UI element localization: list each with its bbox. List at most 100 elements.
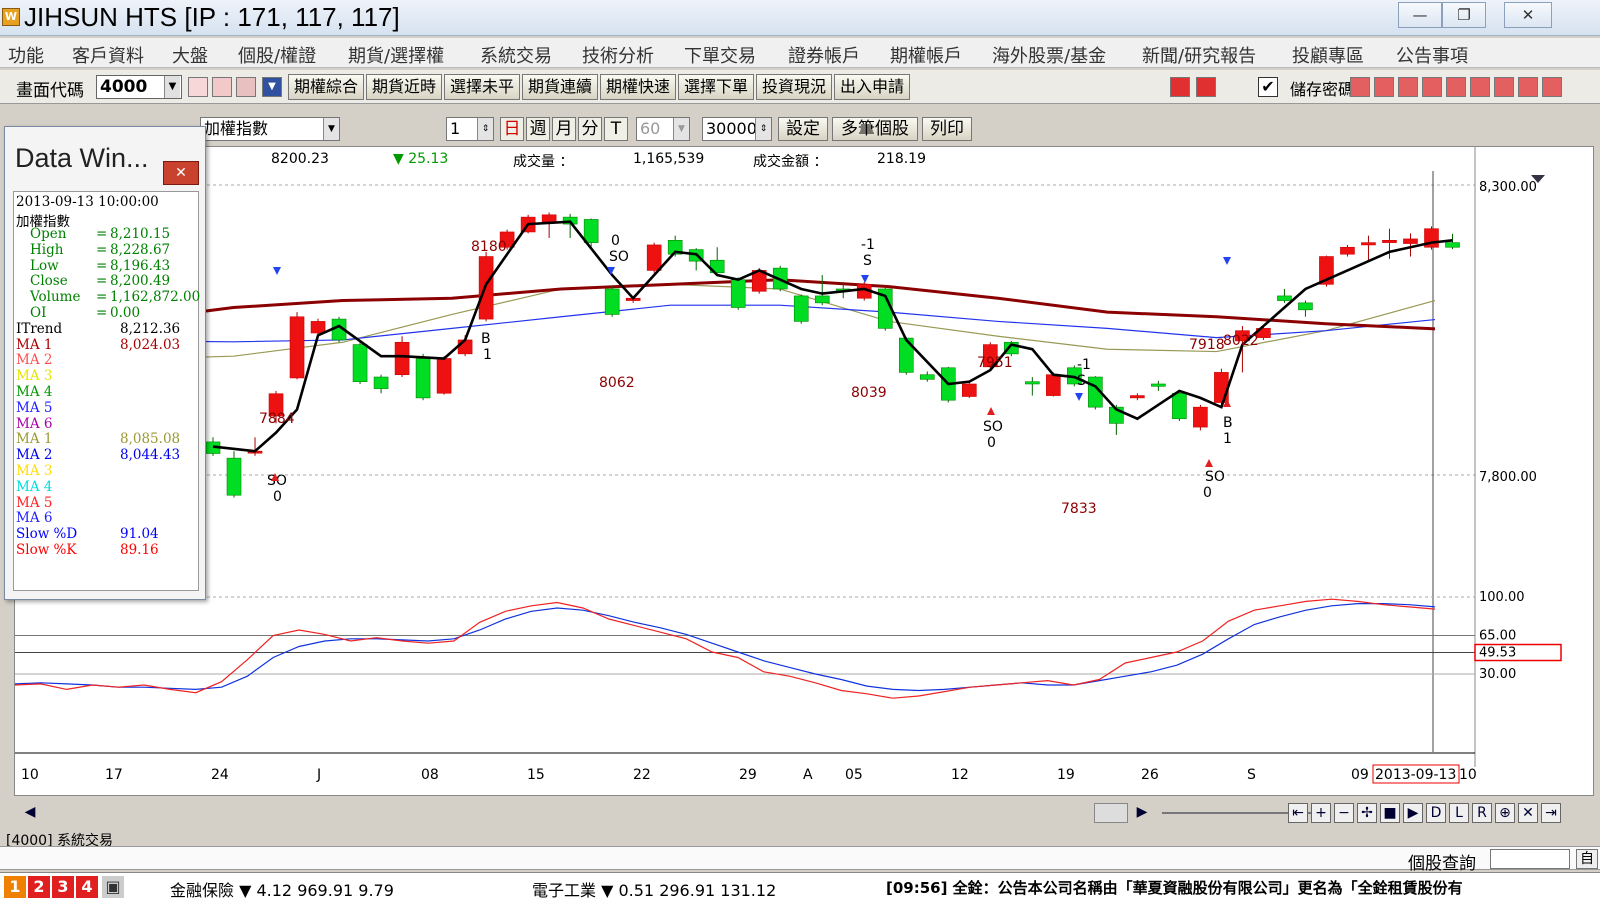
toolbar-button-1[interactable]: 期貨近時 [366, 74, 442, 100]
candle-body[interactable] [352, 344, 368, 382]
candle-body[interactable] [436, 358, 452, 394]
tools-icon[interactable] [1494, 77, 1514, 97]
chart-nav-button-7[interactable]: L [1449, 803, 1469, 823]
chart-nav-button-0[interactable]: ⇤ [1288, 803, 1308, 823]
menu-item-0[interactable]: 功能 [8, 42, 44, 68]
chart-nav-button-9[interactable]: ⊕ [1495, 803, 1515, 823]
lock-icon[interactable]: ▣ [102, 876, 124, 898]
toolbar-button-3[interactable]: 期貨連續 [522, 74, 598, 100]
candle-body[interactable] [289, 316, 305, 379]
menu-item-13[interactable]: 公告事項 [1396, 42, 1468, 68]
menu-item-9[interactable]: 期權帳戶 [890, 42, 962, 68]
chart-nav-button-4[interactable]: ■ [1380, 803, 1400, 823]
candle-body[interactable] [1046, 374, 1061, 396]
menu-item-3[interactable]: 個股/權證 [238, 42, 316, 68]
edit-icon[interactable] [1470, 77, 1490, 97]
stepper-icon[interactable]: ⇕ [755, 118, 771, 140]
menu-item-8[interactable]: 證券帳戶 [788, 42, 860, 68]
candle-body[interactable] [415, 358, 431, 399]
candle-body[interactable] [1172, 392, 1187, 420]
menu-item-4[interactable]: 期貨/選擇權 [348, 42, 444, 68]
chart-nav-button-1[interactable]: + [1311, 803, 1331, 823]
grid-icon[interactable] [1374, 77, 1394, 97]
menu-item-12[interactable]: 投顧專區 [1292, 42, 1364, 68]
option-button-1[interactable]: 多筆個股 [832, 117, 918, 141]
candle-body[interactable] [1445, 242, 1460, 248]
bars-stepper[interactable]: 30000 ⇕ [702, 117, 772, 141]
toolbar-button-6[interactable]: 投資現況 [756, 74, 832, 100]
chart-nav-button-8[interactable]: R [1472, 803, 1492, 823]
stock-query-input[interactable] [1490, 849, 1570, 869]
calc-icon[interactable] [1398, 77, 1418, 97]
chart-nav-button-2[interactable]: − [1334, 803, 1354, 823]
period-button-0[interactable]: 日 [500, 117, 524, 141]
minimize-button[interactable]: — [1398, 2, 1442, 28]
print-icon[interactable] [1518, 77, 1538, 97]
scroll-right-icon[interactable]: ▶ [1132, 803, 1152, 823]
candle-body[interactable] [583, 219, 599, 243]
data-window[interactable]: Data Win... ✕ 2013-09-13 10:00:00 加權指數 O… [4, 126, 206, 600]
toolbar-button-7[interactable]: 出入申請 [834, 74, 910, 100]
candle-body[interactable] [793, 295, 809, 322]
candle-body[interactable] [919, 374, 935, 380]
index-select[interactable]: 加權指數 ▼ [200, 117, 340, 141]
candle-body[interactable] [226, 457, 242, 496]
maximize-button[interactable]: ❐ [1442, 2, 1486, 28]
candle-body[interactable] [1382, 240, 1397, 243]
count-stepper[interactable]: 1 ⇕ [446, 117, 494, 141]
prev-screen-icon[interactable] [1170, 77, 1190, 97]
scroll-left-icon[interactable]: ◀ [20, 803, 40, 823]
ticker-tab-2[interactable]: 2 [28, 876, 50, 898]
candle-body[interactable] [310, 321, 326, 334]
menu-item-1[interactable]: 客戶資料 [72, 42, 144, 68]
candle-body[interactable] [730, 279, 746, 308]
candle-body[interactable] [1130, 395, 1145, 399]
chart-nav-button-5[interactable]: ▶ [1403, 803, 1423, 823]
price-chart[interactable]: 8,300.00 7,800.00 7884 8180 8062 8039 7951 7833… [15, 147, 1593, 795]
candle-body[interactable] [1298, 302, 1313, 311]
menu-item-10[interactable]: 海外股票/基金 [992, 42, 1106, 68]
candle-body[interactable] [457, 339, 473, 355]
chart-icon[interactable] [1422, 77, 1442, 97]
candle-body[interactable] [394, 341, 410, 376]
candle-body[interactable] [373, 376, 389, 389]
toolbar-button-0[interactable]: 期權綜合 [288, 74, 364, 100]
period-button-3[interactable]: 分 [578, 117, 602, 141]
exit-icon[interactable] [1542, 77, 1562, 97]
ticker-tab-3[interactable]: 3 [52, 876, 74, 898]
pen-icon[interactable] [1350, 77, 1370, 97]
data-window-close-button[interactable]: ✕ [163, 161, 199, 185]
ticker-tab-4[interactable]: 4 [76, 876, 98, 898]
layout-icon[interactable] [236, 77, 256, 97]
candle-body[interactable] [962, 383, 977, 397]
menu-item-2[interactable]: 大盤 [172, 42, 208, 68]
candle-body[interactable] [1277, 295, 1292, 301]
toolbar-button-2[interactable]: 選擇未平 [444, 74, 520, 100]
candle-body[interactable] [1361, 242, 1376, 246]
candle-body[interactable] [1214, 372, 1229, 403]
dropdown-icon[interactable]: ▼ [262, 77, 282, 97]
candle-body[interactable] [1193, 406, 1208, 428]
toolbar-button-4[interactable]: 期權快速 [600, 74, 676, 100]
chart-nav-button-3[interactable]: ✢ [1357, 803, 1377, 823]
chart-nav-button-10[interactable]: ✕ [1518, 803, 1538, 823]
period-button-4[interactable]: T [604, 117, 628, 141]
option-button-0[interactable]: 設定 [778, 117, 828, 141]
option-button-2[interactable]: 列印 [922, 117, 972, 141]
candle-body[interactable] [646, 244, 662, 271]
candle-body[interactable] [1151, 383, 1166, 387]
candle-body[interactable] [541, 214, 557, 223]
search-red-icon[interactable] [188, 77, 208, 97]
period-button-2[interactable]: 月 [552, 117, 576, 141]
period-button-1[interactable]: 週 [526, 117, 550, 141]
ticker-tab-1[interactable]: 1 [4, 876, 26, 898]
menu-item-5[interactable]: 系統交易 [480, 42, 552, 68]
screen-code-dropdown-icon[interactable]: ▼ [164, 76, 180, 98]
text-icon[interactable] [1446, 77, 1466, 97]
candle-body[interactable] [604, 288, 620, 315]
minute-select[interactable]: 60 ▼ [636, 117, 690, 141]
next-screen-icon[interactable] [1196, 77, 1216, 97]
chart-nav-button-11[interactable]: ⇥ [1541, 803, 1561, 823]
candle-body[interactable] [814, 295, 830, 304]
save-password-checkbox[interactable]: ✔ [1258, 77, 1278, 97]
